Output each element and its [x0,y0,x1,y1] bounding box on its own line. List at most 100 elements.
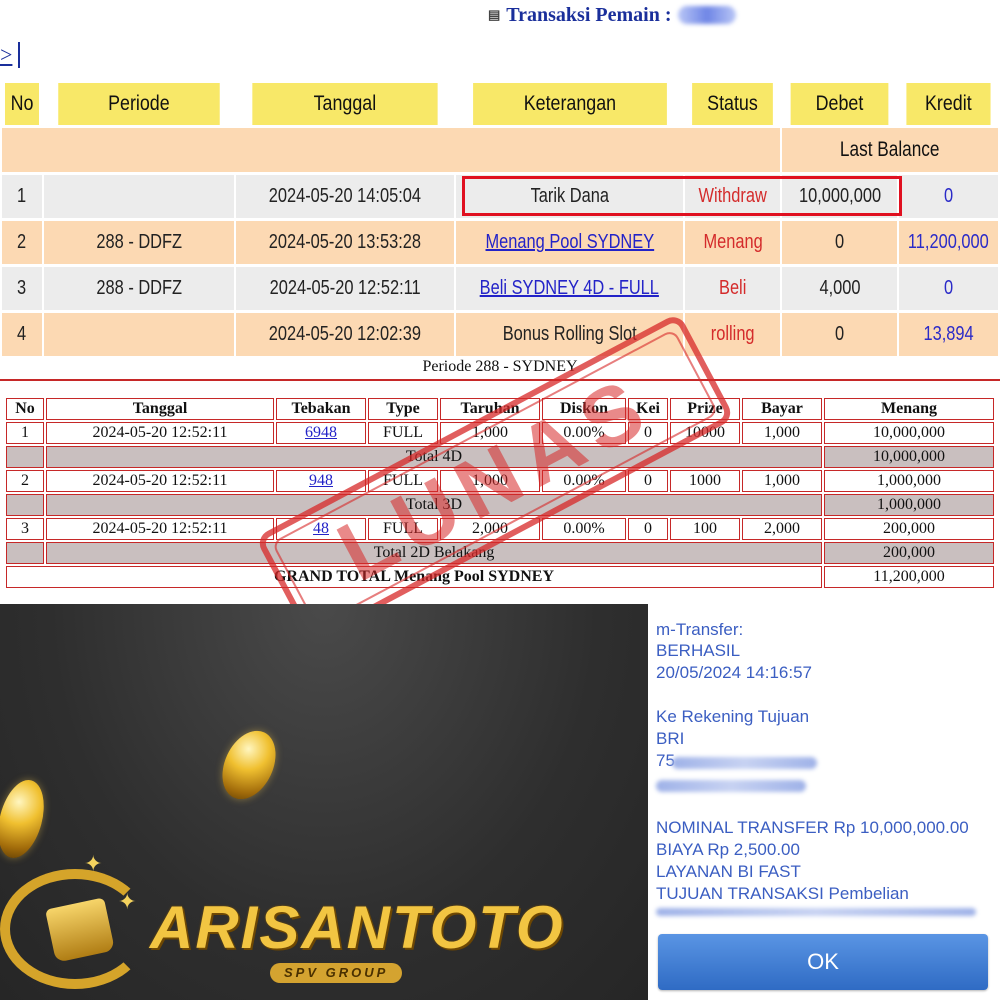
transaction-kredit-cell: 11,200,000 [899,221,998,264]
bet-diskon-cell: 0.00% [542,470,626,492]
nav-next-link[interactable]: > [0,42,21,68]
transfer-receipt: m-Transfer: BERHASIL 20/05/2024 14:16:57… [650,604,1000,1000]
transaction-keterangan[interactable]: Beli SYDNEY 4D - FULL [480,277,659,300]
transaction-no-cell: 3 [2,267,42,310]
receipt-line: BIAYA Rp 2,500.00 [656,840,800,859]
brand-logo: ✦ ✦ ARISANTOTO SPV GROUP [0,851,562,989]
grand-total-row: GRAND TOTAL Menang Pool SYDNEY 11,200,000 [6,566,994,588]
sparkle-icon: ✦ [118,889,137,914]
transaction-debet: 4,000 [819,277,861,299]
receipt-line: m-Transfer: [656,620,744,639]
transaction-keterangan-cell: Tarik Dana [455,175,684,218]
transaction-status: Withdraw [698,185,768,207]
det-col-tanggal: Tanggal [46,398,274,420]
transaction-tanggal: 2024-05-20 14:05:04 [268,185,421,207]
bet-tebakan-link[interactable]: 48 [313,520,329,537]
transaction-debet: 0 [835,323,845,345]
transaction-kredit: 0 [944,185,954,207]
bet-menang-cell: 200,000 [824,518,994,540]
det-col-no: No [6,398,44,420]
transaction-tanggal-cell: 2024-05-20 14:05:04 [235,175,454,218]
transaction-kredit-cell: 0 [899,175,998,218]
last-balance-label: Last Balance [782,128,998,172]
periode-header-row: No Tanggal Tebakan Type Taruhan Diskon K… [6,398,994,420]
transaction-row: 4 2024-05-20 12:02:39 Bonus Rolling Slot ro… [2,313,998,356]
bet-tanggal-cell: 2024-05-20 12:52:11 [46,518,274,540]
bet-menang-cell: 10,000,000 [824,422,994,444]
transaction-periode-cell [43,313,234,356]
document-icon: ▤ [488,7,501,22]
transaction-row: 3 288 - DDFZ 2024-05-20 12:52:11 Beli SYDNE… [2,267,998,310]
col-periode: Periode [58,83,220,125]
last-balance-text: Last Balance [840,138,940,161]
periode-divider [0,379,1000,381]
transaction-periode-cell: 288 - DDFZ [43,221,234,264]
transaction-periode-cell [43,175,234,218]
nav-bar [18,42,21,68]
bet-taruhan-cell: 2,000 [440,518,540,540]
transaction-tanggal-cell: 2024-05-20 12:52:11 [235,267,454,310]
transaction-no: 2 [17,231,27,253]
bet-prize-cell: 100 [670,518,740,540]
periode-title: Periode 288 - SYDNEY [422,358,578,375]
transaction-periode: 288 - DDFZ [96,231,182,253]
subtotal-row: Total 3D 1,000,000 [6,494,994,516]
col-tanggal: Tanggal [252,83,438,125]
subtotal-row: Total 4D 10,000,000 [6,446,994,468]
subtotal-empty [6,446,44,468]
transaction-status-cell: rolling [685,313,781,356]
transaction-debet-cell: 10,000,000 [782,175,898,218]
subtotal-label: Total 2D Belakang [46,542,822,564]
receipt-line: TUJUAN TRANSAKSI Pembelian [656,884,909,903]
transaction-status: Beli [719,277,747,299]
bet-tebakan-link[interactable]: 948 [309,472,333,489]
transaction-status-cell: Menang [685,221,781,264]
det-col-bayar: Bayar [742,398,822,420]
brand-panel: ✦ ✦ ARISANTOTO SPV GROUP [0,604,648,1000]
transaction-no-cell: 1 [2,175,42,218]
transaction-kredit-cell: 13,894 [899,313,998,356]
transaction-status: Menang [703,231,763,253]
transaction-keterangan[interactable]: Menang Pool SYDNEY [485,231,654,254]
reference-blurred [656,908,976,916]
bet-bayar-cell: 1,000 [742,422,822,444]
bet-tebakan-link[interactable]: 6948 [305,424,337,441]
bet-tebakan-cell: 48 [276,518,366,540]
subtotal-value: 1,000,000 [824,494,994,516]
nav-next-symbol[interactable]: > [0,42,12,67]
shaker-emblem-icon [0,869,150,989]
subtotal-empty [6,542,44,564]
bet-diskon-cell: 0.00% [542,518,626,540]
transaction-row: 1 2024-05-20 14:05:04 Tarik Dana Withdraw 10… [2,175,998,218]
bet-tanggal-cell: 2024-05-20 12:52:11 [46,422,274,444]
col-no: No [4,83,39,125]
coin-icon [212,722,286,808]
bet-kei-cell: 0 [628,518,668,540]
det-col-diskon: Diskon [542,398,626,420]
transaction-keterangan-cell: Beli SYDNEY 4D - FULL [455,267,684,310]
bet-no-cell: 3 [6,518,44,540]
bet-row: 1 2024-05-20 12:52:11 6948 FULL 1,000 0.00% 0 1… [6,422,994,444]
det-col-taruhan: Taruhan [440,398,540,420]
bet-no-cell: 2 [6,470,44,492]
dice-shaker-icon [45,897,115,963]
bet-type-cell: FULL [368,470,438,492]
subtotal-value: 200,000 [824,542,994,564]
transaction-keterangan-cell: Menang Pool SYDNEY [455,221,684,264]
bet-row: 3 2024-05-20 12:52:11 48 FULL 2,000 0.00% 0 100… [6,518,994,540]
bet-tanggal-cell: 2024-05-20 12:52:11 [46,470,274,492]
col-status: Status [692,83,774,125]
transaction-kredit: 13,894 [923,323,974,345]
page-title-text: Transaksi Pemain : [506,3,672,26]
det-col-kei: Kei [628,398,668,420]
account-name-blurred [656,780,806,792]
bet-prize-cell: 10000 [670,422,740,444]
subtotal-label: Total 3D [46,494,822,516]
ok-button[interactable]: OK [658,934,988,990]
det-col-tebakan: Tebakan [276,398,366,420]
bet-row: 2 2024-05-20 12:52:11 948 FULL 1,000 0.00% 0 10… [6,470,994,492]
transaction-kredit: 0 [944,277,954,299]
transaction-tanggal: 2024-05-20 12:52:11 [269,277,421,299]
transaction-row: 2 288 - DDFZ 2024-05-20 13:53:28 Menang Poo… [2,221,998,264]
bet-diskon-cell: 0.00% [542,422,626,444]
